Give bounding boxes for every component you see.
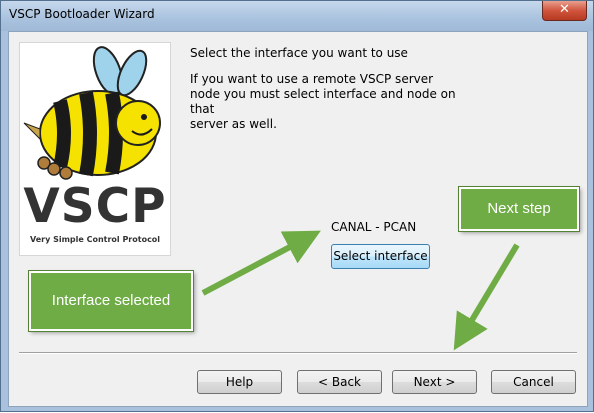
logo-title: VSCP bbox=[23, 179, 167, 234]
selected-interface-label: CANAL - PCAN bbox=[331, 220, 417, 234]
info-line: node you must select interface and node … bbox=[190, 87, 456, 116]
bee-mascot-icon bbox=[23, 46, 161, 180]
window-title: VSCP Bootloader Wizard bbox=[9, 7, 155, 21]
back-button[interactable]: < Back bbox=[297, 370, 382, 394]
close-button[interactable]: ✕ bbox=[542, 1, 587, 21]
select-interface-button[interactable]: Select interface bbox=[331, 244, 430, 269]
info-text: If you want to use a remote VSCP server … bbox=[190, 72, 475, 132]
wizard-window: VSCP Bootloader Wizard ✕ VSCP Very Simpl… bbox=[0, 0, 594, 412]
next-button[interactable]: Next > bbox=[392, 370, 477, 394]
logo-subtitle: Very Simple Control Protocol bbox=[29, 235, 161, 244]
interface-selected-callout: Interface selected bbox=[28, 270, 194, 332]
title-bar[interactable]: VSCP Bootloader Wizard ✕ bbox=[1, 1, 593, 31]
info-line: If you want to use a remote VSCP server bbox=[190, 72, 434, 86]
info-line: server as well. bbox=[190, 117, 277, 131]
page-heading: Select the interface you want to use bbox=[190, 46, 408, 60]
help-button[interactable]: Help bbox=[197, 370, 282, 394]
close-icon: ✕ bbox=[559, 2, 570, 17]
button-separator bbox=[19, 352, 577, 354]
vscp-logo: VSCP Very Simple Control Protocol bbox=[19, 42, 171, 256]
cancel-button[interactable]: Cancel bbox=[491, 370, 576, 394]
next-step-callout: Next step bbox=[458, 186, 580, 232]
